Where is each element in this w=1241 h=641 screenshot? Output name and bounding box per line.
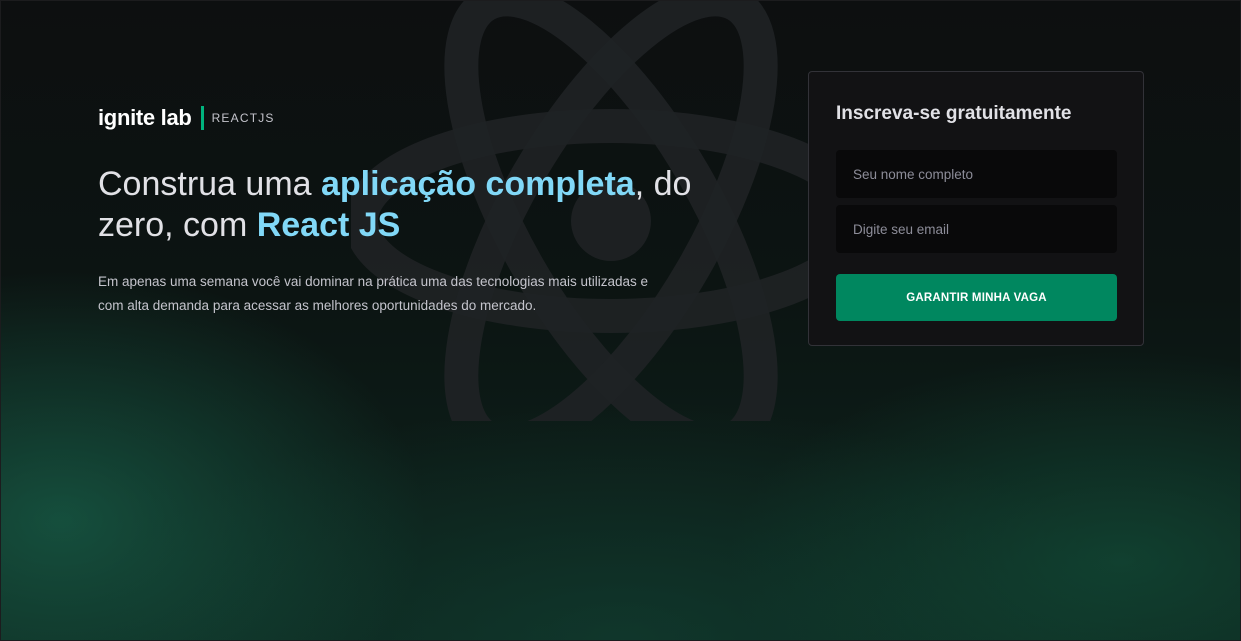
landing-page: ignite lab REACTJS Construa uma aplicaçã… [0,0,1241,641]
submit-button[interactable]: GARANTIR MINHA VAGA [836,274,1117,321]
email-input[interactable] [836,205,1117,253]
brand-logo: ignite lab REACTJS [98,104,738,132]
brand-divider [200,106,204,130]
signup-title: Inscreva-se gratuitamente [836,103,1072,124]
brand-name: ignite lab [98,105,192,130]
hero-section: ignite lab REACTJS Construa uma aplicaçã… [98,104,738,332]
page-headline: Construa uma aplicação completa, do zero… [98,164,738,246]
headline-highlight-app: aplicação completa [321,165,635,203]
headline-prefix: Construa uma [98,165,321,203]
headline-highlight-react: React JS [256,206,401,244]
name-input[interactable] [836,150,1117,198]
hero-description: Em apenas uma semana você vai dominar na… [98,274,649,313]
brand-tag: REACTJS [211,111,275,125]
signup-form: Inscreva-se gratuitamente GARANTIR MINHA… [808,71,1144,346]
